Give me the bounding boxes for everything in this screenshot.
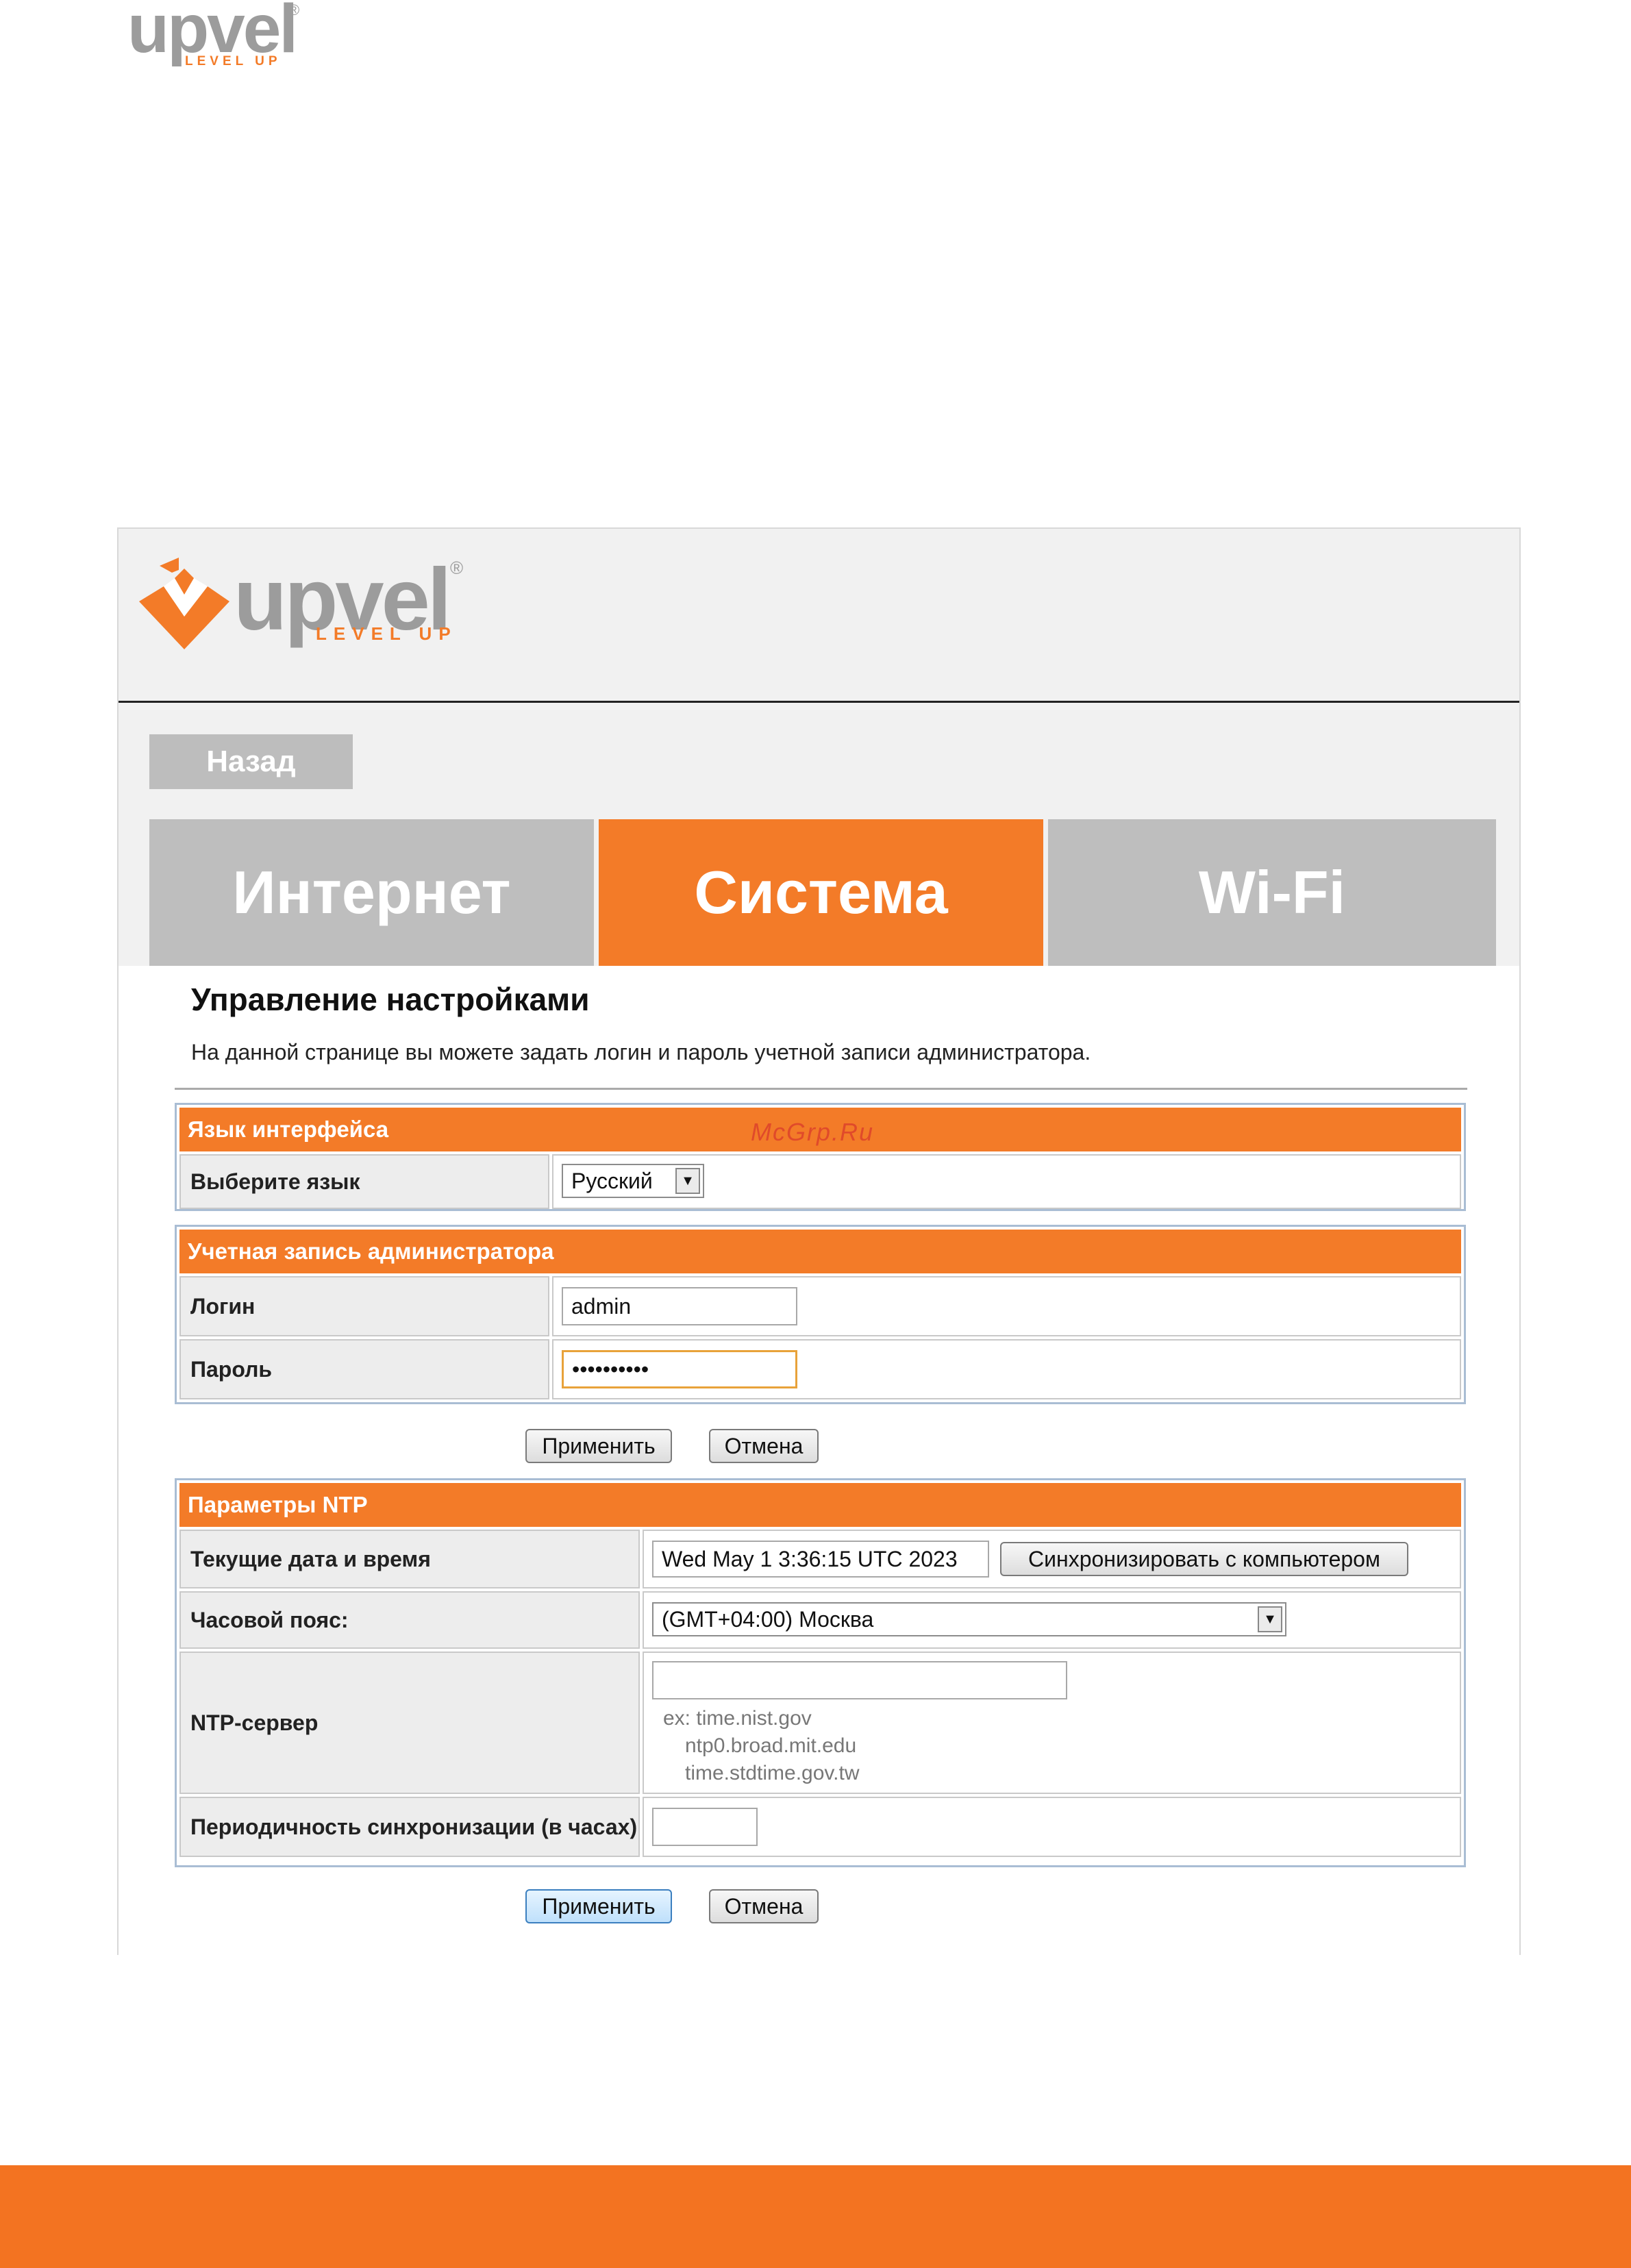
chevron-down-icon[interactable]: ▼	[1258, 1606, 1282, 1632]
sync-interval-input[interactable]	[652, 1808, 758, 1846]
ntp-server-hint-1: ex: time.nist.gov	[663, 1707, 812, 1730]
sync-interval-value-cell	[643, 1797, 1461, 1857]
language-value-cell: Русский ▼	[552, 1154, 1461, 1209]
admin-apply-button[interactable]: Применить	[525, 1429, 672, 1463]
language-selected-value: Русский	[571, 1168, 653, 1193]
app-logo-tagline: LEVEL UP	[316, 623, 458, 644]
password-value-cell: ••••••••••	[552, 1339, 1461, 1399]
document-logo: upvel ® LEVEL UP	[127, 0, 306, 75]
watermark: McGrp.Ru	[751, 1118, 875, 1146]
timezone-value-cell: (GMT+04:00) Москва ▼	[643, 1591, 1461, 1649]
tab-system[interactable]: Система	[599, 819, 1043, 966]
admin-account-panel: Учетная запись администратора Логин admi…	[175, 1225, 1466, 1404]
password-input[interactable]: ••••••••••	[562, 1350, 797, 1388]
timezone-selected-value: (GMT+04:00) Москва	[662, 1606, 874, 1632]
main-tabs: Интернет Система Wi-Fi	[149, 819, 1496, 966]
datetime-row: Текущие дата и время Wed May 1 3:36:15 U…	[179, 1530, 1461, 1588]
datetime-value-cell: Wed May 1 3:36:15 UTC 2023 Синхронизиров…	[643, 1530, 1461, 1588]
sync-interval-label: Периодичность синхронизации (в часах)	[179, 1797, 640, 1857]
timezone-label: Часовой пояс:	[179, 1591, 640, 1649]
datetime-label: Текущие дата и время	[179, 1530, 640, 1588]
language-row: Выберите язык Русский ▼	[179, 1154, 1461, 1209]
page-description: На данной странице вы можете задать логи…	[191, 1040, 1091, 1064]
logo-registered-mark: ®	[288, 1, 300, 18]
router-admin-window: upvel ® LEVEL UP Назад Интернет Система …	[117, 527, 1521, 1955]
sync-with-computer-button[interactable]: Синхронизировать с компьютером	[1000, 1542, 1408, 1576]
ntp-server-hint-2: ntp0.broad.mit.edu	[685, 1734, 857, 1757]
divider	[175, 1088, 1467, 1090]
tab-internet[interactable]: Интернет	[149, 819, 594, 966]
ntp-server-input[interactable]	[652, 1661, 1067, 1699]
logo-tagline: LEVEL UP	[185, 54, 282, 68]
timezone-select[interactable]: (GMT+04:00) Москва ▼	[652, 1602, 1286, 1636]
login-value-cell: admin	[552, 1276, 1461, 1336]
admin-cancel-button[interactable]: Отмена	[709, 1429, 819, 1463]
timezone-row: Часовой пояс: (GMT+04:00) Москва ▼	[179, 1591, 1461, 1649]
back-button[interactable]: Назад	[149, 734, 353, 789]
sync-interval-row: Периодичность синхронизации (в часах)	[179, 1797, 1461, 1857]
login-row: Логин admin	[179, 1276, 1461, 1336]
ntp-apply-button[interactable]: Применить	[525, 1889, 672, 1923]
login-input[interactable]: admin	[562, 1287, 797, 1325]
footer-bar	[0, 2165, 1631, 2268]
ntp-panel-title: Параметры NTP	[188, 1492, 368, 1517]
password-row: Пароль ••••••••••	[179, 1339, 1461, 1399]
page-title: Управление настройками	[191, 982, 590, 1017]
login-label: Логин	[179, 1276, 549, 1336]
app-header: upvel ® LEVEL UP	[119, 529, 1519, 703]
ntp-server-hint-3: time.stdtime.gov.tw	[685, 1762, 860, 1784]
app-logo-registered-mark: ®	[450, 558, 464, 578]
ntp-server-value-cell: ex: time.nist.gov ntp0.broad.mit.edu tim…	[643, 1652, 1461, 1794]
app-logo: upvel ® LEVEL UP	[136, 553, 493, 677]
datetime-field[interactable]: Wed May 1 3:36:15 UTC 2023	[652, 1541, 989, 1578]
ntp-server-row: NTP-сервер ex: time.nist.gov ntp0.broad.…	[179, 1652, 1461, 1794]
admin-panel-header: Учетная запись администратора	[179, 1230, 1461, 1273]
language-select[interactable]: Русский ▼	[562, 1164, 704, 1198]
ntp-server-label: NTP-сервер	[179, 1652, 640, 1794]
ntp-panel: Параметры NTP Текущие дата и время Wed M…	[175, 1478, 1466, 1867]
tab-wifi[interactable]: Wi-Fi	[1048, 819, 1496, 966]
language-label: Выберите язык	[179, 1154, 549, 1209]
ntp-cancel-button[interactable]: Отмена	[709, 1889, 819, 1923]
settings-content: Управление настройками На данной страниц…	[119, 966, 1519, 1955]
password-label: Пароль	[179, 1339, 549, 1399]
language-panel-title: Язык интерфейса	[188, 1117, 389, 1142]
ntp-panel-header: Параметры NTP	[179, 1483, 1461, 1527]
chevron-down-icon[interactable]: ▼	[675, 1168, 700, 1194]
upvel-chevron-icon	[139, 558, 229, 649]
admin-panel-title: Учетная запись администратора	[188, 1238, 554, 1264]
